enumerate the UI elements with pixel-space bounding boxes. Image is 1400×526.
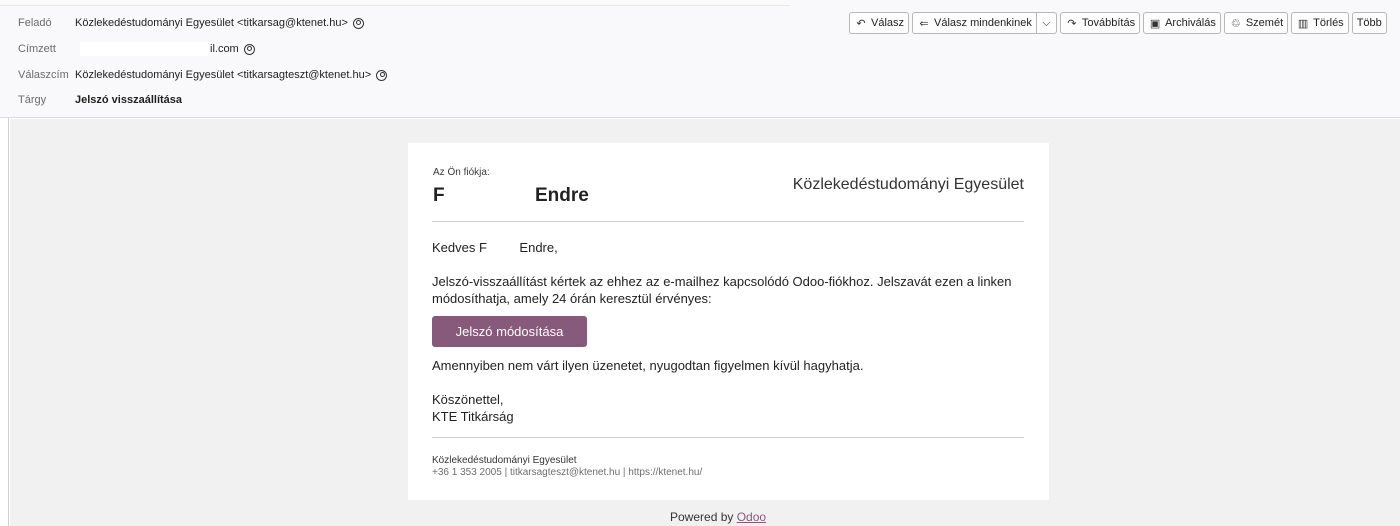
powered-by: Powered by Odoo (670, 510, 766, 524)
body-paragraph: Jelszó-visszaállítást kértek az ehhez az… (432, 274, 1012, 306)
ignore-note: Amennyiben nem várt ilyen üzenetet, nyug… (432, 358, 864, 373)
subject-value: Jelszó visszaállítása (75, 94, 183, 106)
contact-icon[interactable] (243, 43, 255, 55)
footer-contact: +36 1 353 2005 | titkarsagteszt@ktenet.h… (432, 467, 703, 478)
divider (432, 437, 1024, 438)
to-address[interactable]: il.com (210, 43, 239, 55)
message-toolbar: ↶ Válasz ⇐ Válasz mindenkinek ⌵ ↷ Tovább… (849, 12, 1387, 34)
contact-icon[interactable] (352, 17, 364, 29)
redacted-area (80, 42, 208, 56)
archive-button[interactable]: ▣ Archiválás (1143, 12, 1221, 34)
reply-all-label: Válasz mindenkinek (934, 17, 1032, 29)
from-address[interactable]: Közlekedéstudományi Egyesület <titkarsag… (75, 17, 348, 29)
contact-icon[interactable] (376, 69, 388, 81)
to-label: Címzett (18, 43, 56, 55)
junk-button[interactable]: ♲ Szemét (1223, 12, 1289, 34)
reply-to-value[interactable]: Közlekedéstudományi Egyesület <titkarsag… (75, 69, 388, 81)
odoo-link[interactable]: Odoo (737, 510, 766, 524)
reply-icon: ↶ (856, 17, 866, 30)
trash-icon: ▥ (1297, 17, 1309, 30)
account-label: Az Ön fiókja: (433, 167, 490, 178)
reply-button[interactable]: ↶ Válasz (849, 12, 910, 34)
greeting: Kedves F Endre, (432, 240, 558, 255)
chevron-down-icon: ⌵ (1042, 16, 1051, 29)
reset-password-button[interactable]: Jelszó módosítása (432, 316, 587, 347)
message-header: Feladó Közlekedéstudományi Egyesület <ti… (0, 0, 1400, 118)
archive-icon: ▣ (1149, 17, 1161, 30)
delete-label: Törlés (1313, 17, 1344, 29)
forward-icon: ↷ (1067, 17, 1077, 30)
more-button[interactable]: Több (1351, 12, 1387, 34)
email-card: Az Ön fiókja: F Endre Közlekedéstudomány… (408, 143, 1049, 500)
junk-label: Szemét (1245, 17, 1284, 29)
divider (432, 221, 1024, 222)
reply-all-button[interactable]: ⇐ Válasz mindenkinek (912, 12, 1037, 34)
more-label: Több (1356, 17, 1382, 29)
signoff-line-1: Köszönettel, (432, 392, 504, 407)
message-body: Az Ön fiókja: F Endre Közlekedéstudomány… (10, 119, 1400, 526)
reply-all-split: ⇐ Válasz mindenkinek ⌵ (912, 12, 1057, 34)
top-strip (0, 0, 790, 6)
from-label: Feladó (18, 17, 52, 29)
account-initial: F (433, 185, 445, 206)
forward-button[interactable]: ↷ Továbbítás (1059, 12, 1141, 34)
reply-to-label: Válaszcím (18, 69, 69, 81)
footer-org: Közlekedéstudományi Egyesület (432, 455, 577, 466)
archive-label: Archiválás (1165, 17, 1216, 29)
reply-label: Válasz (871, 17, 905, 29)
from-value[interactable]: Közlekedéstudományi Egyesület <titkarsag… (75, 17, 364, 29)
left-edge (0, 118, 9, 526)
to-value[interactable]: il.com (80, 42, 255, 56)
reply-all-dropdown[interactable]: ⌵ (1036, 12, 1057, 34)
forward-label: Továbbítás (1081, 17, 1136, 29)
org-name: Közlekedéstudományi Egyesület (792, 176, 1024, 193)
junk-icon: ♲ (1230, 17, 1241, 30)
subject-label: Tárgy (18, 94, 47, 106)
delete-button[interactable]: ▥ Törlés (1291, 12, 1349, 34)
reply-to-address[interactable]: Közlekedéstudományi Egyesület <titkarsag… (75, 69, 371, 81)
account-name: Endre (535, 185, 589, 206)
reply-all-icon: ⇐ (919, 17, 929, 30)
signoff-line-2: KTE Titkárság (432, 409, 514, 424)
powered-by-text: Powered by (670, 510, 734, 524)
signoff: Köszönettel, KTE Titkárság (432, 391, 514, 425)
